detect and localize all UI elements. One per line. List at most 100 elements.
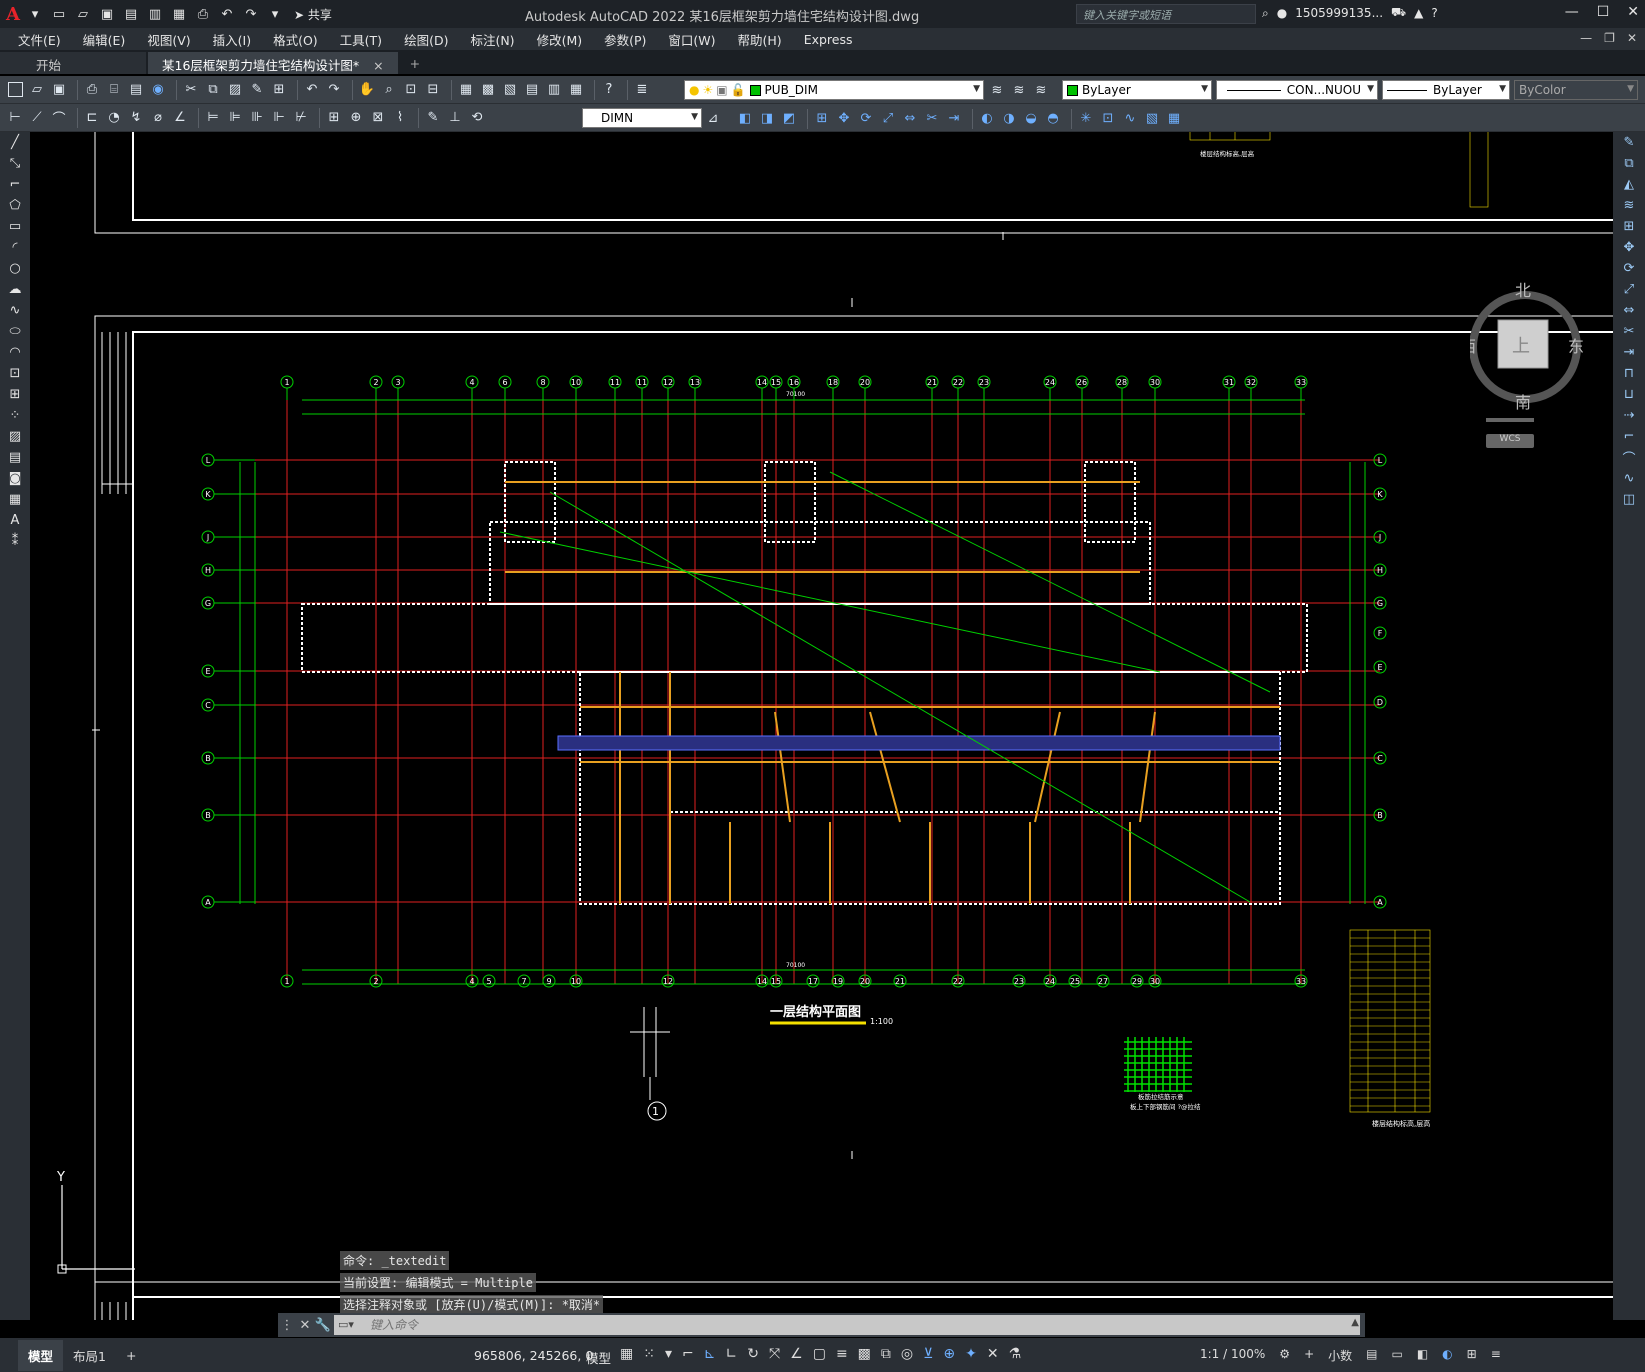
axis-bubble-top-label[interactable]: 4 [469, 378, 474, 387]
graphics-performance-icon[interactable]: ◐ [1442, 1347, 1452, 1364]
dimstyle-dropdown[interactable]: DIMN ▼ [582, 108, 702, 128]
table-caption[interactable]: 楼层结构标高,层高 [1372, 1119, 1430, 1128]
layer-states-icon[interactable]: ≋ [1032, 81, 1050, 99]
mirror-icon[interactable]: ◨ [758, 109, 776, 127]
fillet-icon[interactable]: ◓ [1044, 109, 1062, 127]
layer-dropdown[interactable]: ● ☀ ▣ 🔓 PUB_DIM ▼ [684, 80, 984, 100]
zoom-window-icon[interactable]: ⊡ [402, 81, 420, 99]
match-prop-icon[interactable]: ✎ [248, 81, 266, 99]
infer-constraints-icon[interactable]: ⌐ [682, 1346, 694, 1362]
axis-bubble-bottom-label[interactable]: 5 [486, 977, 491, 986]
line-icon[interactable]: ╱ [0, 132, 30, 153]
top-overall-dim[interactable]: 70100 [786, 391, 805, 398]
menu-window[interactable]: 窗口(W) [657, 30, 726, 49]
table-icon[interactable]: ▦ [0, 489, 30, 510]
axis-bubble-right-label[interactable]: A [1377, 898, 1383, 907]
quick-dim-icon[interactable]: ⊨ [204, 109, 222, 127]
axis-bubble-bottom-label[interactable]: 19 [833, 977, 843, 986]
layer-viewport-icon[interactable]: ▣ [716, 83, 727, 97]
axis-bubble-right-label[interactable]: J [1378, 533, 1381, 542]
fillet-icon[interactable]: ⌒ [1613, 447, 1645, 468]
menu-insert[interactable]: 插入(I) [202, 30, 262, 49]
axis-bubble-bottom-label[interactable]: 23 [1014, 977, 1024, 986]
offset-icon[interactable]: ◩ [780, 109, 798, 127]
axis-bubble-top-label[interactable]: 10 [571, 378, 581, 387]
axis-bubble-left-label[interactable]: C [205, 701, 211, 710]
menu-view[interactable]: 视图(V) [136, 30, 201, 49]
lineweight-dropdown[interactable]: ByLayer ▼ [1382, 80, 1510, 100]
axis-bubble-top-label[interactable]: 21 [927, 378, 937, 387]
bottom-overall-dim[interactable]: 70100 [786, 962, 805, 969]
redo-icon[interactable]: ↷ [325, 81, 343, 99]
break-at-point-icon[interactable]: ⊓ [1613, 363, 1645, 384]
axis-bubble-bottom-label[interactable]: 24 [1045, 977, 1055, 986]
axis-bubble-left-label[interactable]: J [206, 533, 209, 542]
insert-block-icon[interactable]: ⊡ [0, 363, 30, 384]
dim-break-icon[interactable]: ⊬ [292, 109, 310, 127]
sheet-set-icon[interactable]: ▤ [523, 81, 541, 99]
axis-bubble-bottom-label[interactable]: 1 [284, 977, 289, 986]
axis-bubble-top-label[interactable]: 31 [1224, 378, 1234, 387]
dim-jogged-icon[interactable]: ↯ [127, 109, 145, 127]
menu-file[interactable]: 文件(E) [0, 30, 72, 49]
doc-close-icon[interactable]: ✕ [1627, 31, 1637, 45]
dim-text-edit-icon[interactable]: ⊥ [446, 109, 464, 127]
axis-bubble-bottom-label[interactable]: 30 [1150, 977, 1160, 986]
save-icon[interactable]: ▣ [98, 5, 116, 23]
make-block-icon[interactable]: ⊞ [0, 384, 30, 405]
axis-bubble-left-label[interactable]: K [205, 490, 211, 499]
menu-express[interactable]: Express [793, 32, 864, 47]
selection-cycling-icon[interactable]: ⧉ [881, 1346, 891, 1362]
chevron-down-icon[interactable]: ▼ [1499, 84, 1506, 94]
search-input[interactable]: 键入关键字或短语 [1076, 4, 1256, 24]
axis-bubble-top-label[interactable]: 24 [1045, 378, 1055, 387]
explode-icon[interactable]: ✳ [1077, 109, 1095, 127]
polar-icon[interactable]: ↻ [747, 1346, 759, 1362]
axis-bubble-top-label[interactable]: 11 [610, 378, 620, 387]
ellipse-arc-icon[interactable]: ◠ [0, 342, 30, 363]
axis-bubble-right-label[interactable]: G [1377, 599, 1383, 608]
axis-bubble-left-label[interactable]: B [205, 754, 211, 763]
isolate-objects-icon[interactable]: ◧ [1417, 1347, 1428, 1364]
customization-icon[interactable]: ≡ [1491, 1347, 1501, 1364]
add-layout-button[interactable]: + [116, 1342, 146, 1369]
mesh-note-1[interactable]: 板筋拉结筋示意 [1138, 1092, 1184, 1101]
circle-icon[interactable]: ○ [0, 258, 30, 279]
explode-icon[interactable]: ◫ [1613, 489, 1645, 510]
share-button[interactable]: ➤ 共享 [294, 6, 332, 23]
ellipse-icon[interactable]: ⬭ [0, 321, 30, 342]
hatch-icon[interactable]: ▨ [0, 426, 30, 447]
axis-bubble-top-label[interactable]: 2 [373, 378, 378, 387]
axis-bubble-right-label[interactable]: L [1378, 456, 1383, 465]
mesh-note-2[interactable]: 板上下部钢筋间 ?@拉结 [1130, 1102, 1201, 1111]
dim-diameter-icon[interactable]: ⌀ [149, 109, 167, 127]
annotation-scale[interactable]: 1:1 / 100% [1200, 1347, 1265, 1364]
doc-restore-icon[interactable]: ❐ [1604, 31, 1615, 45]
tab-close-icon[interactable]: × [373, 58, 383, 73]
copy-icon[interactable]: ⧉ [204, 81, 222, 99]
stretch-icon[interactable]: ⇔ [901, 109, 919, 127]
user-name[interactable]: 1505999135... [1295, 6, 1383, 20]
cut-icon[interactable]: ✂ [182, 81, 200, 99]
zoom-previous-icon[interactable]: ⊟ [424, 81, 442, 99]
blend-icon[interactable]: ∿ [1613, 468, 1645, 489]
axis-bubble-left-label[interactable]: A [205, 898, 211, 907]
axis-bubble-right-label[interactable]: K [1377, 490, 1383, 499]
dim-continue-icon[interactable]: ⊪ [248, 109, 266, 127]
command-prompt-icon[interactable]: ▭▾ [338, 1318, 354, 1331]
autocad-logo[interactable]: A [6, 4, 20, 25]
tool-palettes-icon[interactable]: ▧ [501, 81, 519, 99]
axis-bubble-right-label[interactable]: H [1377, 566, 1383, 575]
open-icon[interactable]: ▱ [28, 81, 46, 99]
axis-bubble-bottom-label[interactable]: 17 [808, 977, 818, 986]
axis-bubble-top-label[interactable]: 33 [1296, 378, 1306, 387]
tab-active-drawing[interactable]: 某16层框架剪力墙住宅结构设计图* × [148, 52, 398, 74]
region-icon[interactable]: ◙ [0, 468, 30, 489]
plot-icon[interactable]: ⎙ [194, 5, 212, 23]
axis-bubble-bottom-label[interactable]: 4 [469, 977, 474, 986]
axis-bubble-bottom-label[interactable]: 25 [1070, 977, 1080, 986]
add-selected-icon[interactable]: ⁑ [0, 531, 30, 552]
workspace-gear-icon[interactable]: ⚙ [1279, 1347, 1290, 1364]
paste-icon[interactable]: ▨ [226, 81, 244, 99]
object-snap-icon[interactable]: ▢ [813, 1346, 826, 1362]
